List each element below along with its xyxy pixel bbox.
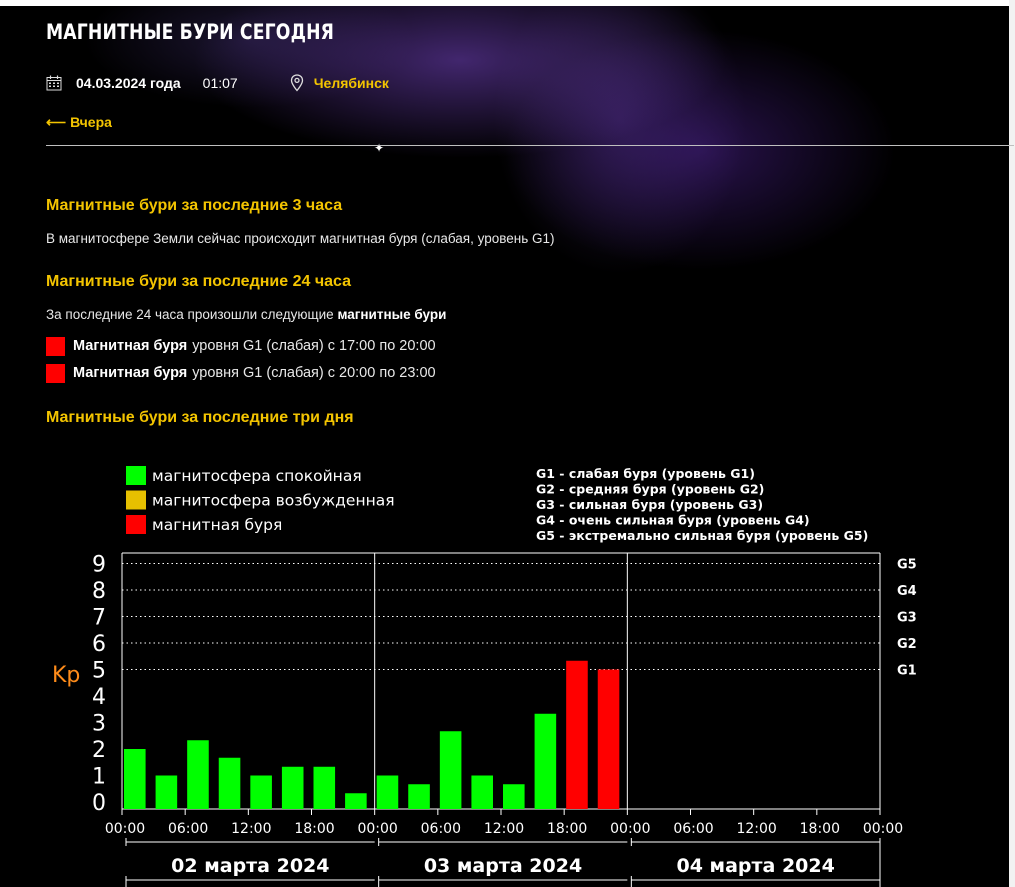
day-label: 02 марта 2024 bbox=[171, 855, 329, 877]
x-tick-label: 00:00 bbox=[610, 821, 650, 837]
x-tick-label: 18:00 bbox=[547, 821, 587, 837]
bars bbox=[124, 660, 620, 809]
legend-swatch bbox=[126, 515, 146, 534]
x-tick-label: 00:00 bbox=[863, 821, 903, 837]
y-tick-label: 5 bbox=[92, 659, 106, 684]
y-axis-label: Kp bbox=[52, 663, 80, 688]
y-tick-label: 3 bbox=[92, 712, 106, 737]
kp-bar bbox=[313, 766, 336, 809]
kp-bar bbox=[471, 775, 493, 809]
y-tick-label: 8 bbox=[92, 579, 106, 604]
kp-bar bbox=[439, 731, 462, 809]
kp-bar bbox=[376, 775, 399, 809]
kp-bar bbox=[250, 775, 272, 809]
x-tick-label: 06:00 bbox=[673, 821, 713, 837]
kp-bar bbox=[124, 749, 146, 809]
g-level-label: G1 bbox=[897, 664, 917, 679]
x-tick-label: 12:00 bbox=[231, 821, 271, 837]
kp-chart: магнитосфера спокойная магнитосфера возбу… bbox=[0, 0, 1015, 887]
g-legend-item: G4 - очень сильная буря (уровень G4) bbox=[536, 513, 810, 528]
g-level-label: G3 bbox=[897, 611, 917, 626]
kp-chart-svg: магнитосфера спокойная магнитосфера возбу… bbox=[52, 466, 917, 887]
x-tick-label: 00:00 bbox=[357, 821, 397, 837]
x-tick-label: 06:00 bbox=[168, 821, 208, 837]
x-tick-label: 12:00 bbox=[484, 821, 524, 837]
kp-bar bbox=[597, 669, 620, 809]
x-tick-label: 18:00 bbox=[800, 821, 840, 837]
x-tick-labels: 00:00 06:00 12:00 18:00 00:00 06:00 12:00 18:00… bbox=[105, 809, 903, 837]
g-level-label: G5 bbox=[897, 558, 917, 573]
y-tick-label: 2 bbox=[92, 738, 106, 763]
day-label: 04 марта 2024 bbox=[676, 855, 834, 877]
g-legend-item: G2 - средняя буря (уровень G2) bbox=[536, 482, 764, 497]
x-tick-label: 06:00 bbox=[421, 821, 461, 837]
chart-legend: магнитосфера спокойная магнитосфера возбу… bbox=[126, 466, 395, 534]
x-tick-label: 18:00 bbox=[294, 821, 334, 837]
kp-bar bbox=[187, 740, 209, 809]
g-level-label: G4 bbox=[897, 584, 917, 599]
legend-label: магнитосфера возбужденная bbox=[152, 492, 395, 510]
x-tick-label: 00:00 bbox=[105, 821, 145, 837]
kp-bar bbox=[155, 775, 178, 809]
kp-bar bbox=[534, 713, 557, 809]
x-tick-label: 12:00 bbox=[736, 821, 776, 837]
y-tick-label: 4 bbox=[92, 685, 106, 710]
g-legend-item: G3 - сильная буря (уровень G3) bbox=[536, 497, 763, 512]
kp-bar bbox=[281, 766, 304, 809]
grid-lines bbox=[122, 563, 880, 670]
kp-bar bbox=[408, 784, 430, 809]
y-tick-labels: 0123456789 Kp bbox=[52, 553, 106, 817]
day-labels: 02 марта 2024 03 марта 2024 04 марта 2024 bbox=[125, 838, 881, 887]
kp-bar bbox=[566, 660, 588, 809]
y-tick-label: 0 bbox=[92, 791, 106, 816]
y-tick-label: 9 bbox=[92, 553, 106, 578]
g-level-label: G2 bbox=[897, 637, 917, 652]
g-legend-item: G5 - экстремально сильная буря (уровень … bbox=[536, 528, 868, 543]
y-tick-label: 1 bbox=[92, 765, 106, 790]
g-levels-legend: G1 - слабая буря (уровень G1)G2 - средня… bbox=[536, 466, 868, 543]
legend-label: магнитная буря bbox=[152, 516, 282, 534]
kp-bar bbox=[218, 757, 241, 809]
legend-swatch bbox=[126, 490, 146, 510]
kp-bar bbox=[345, 793, 367, 809]
y-tick-label: 7 bbox=[92, 606, 106, 631]
kp-bar bbox=[503, 784, 525, 809]
y-tick-label: 6 bbox=[92, 632, 106, 657]
legend-swatch bbox=[126, 466, 146, 485]
day-label: 03 марта 2024 bbox=[424, 855, 582, 877]
legend-label: магнитосфера спокойная bbox=[152, 467, 362, 485]
g-legend-item: G1 - слабая буря (уровень G1) bbox=[536, 466, 755, 481]
g-level-labels: G1 G2 G3 G4 G5 bbox=[897, 558, 917, 679]
